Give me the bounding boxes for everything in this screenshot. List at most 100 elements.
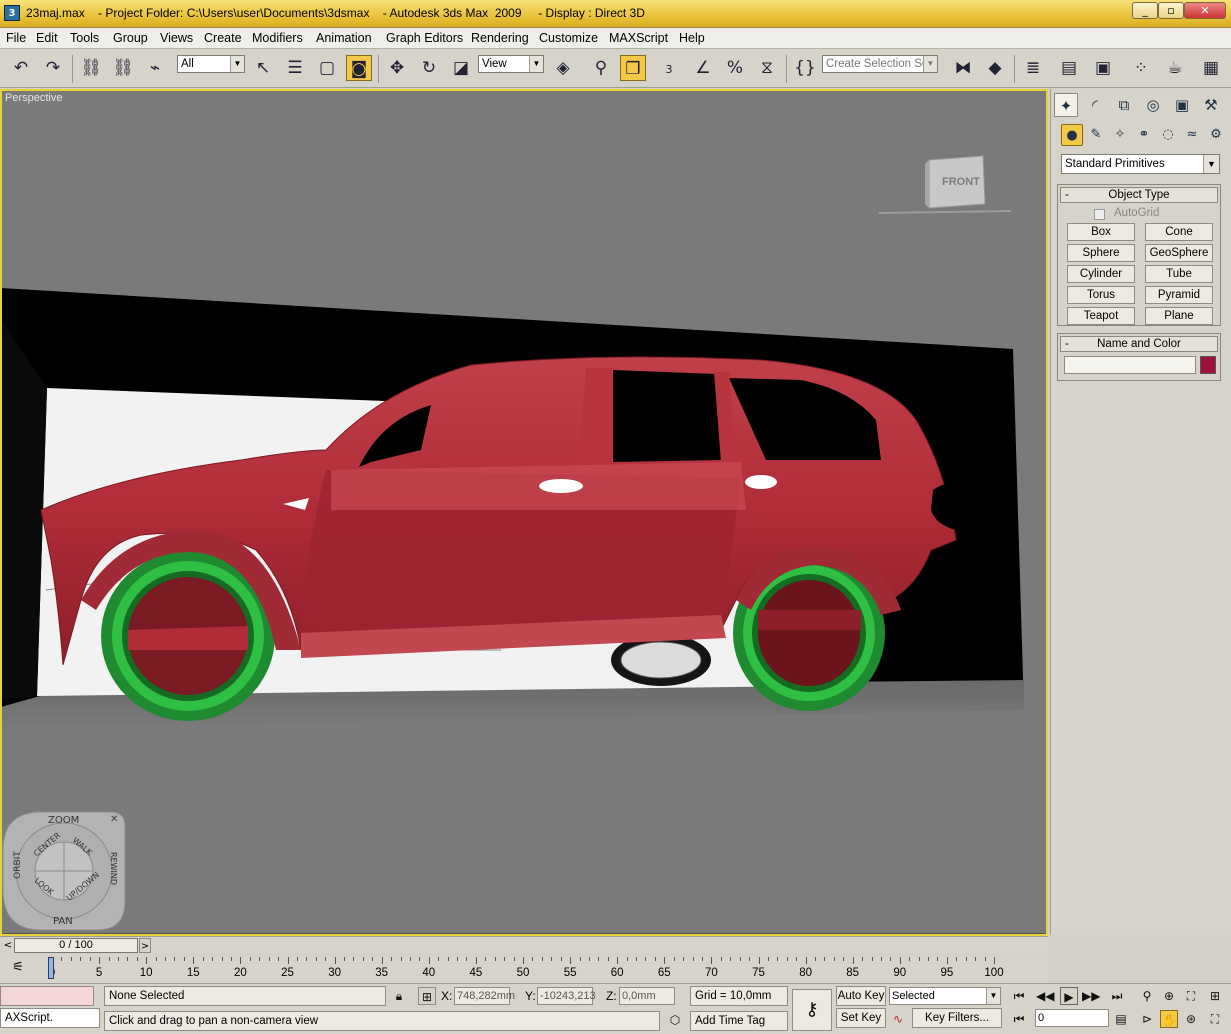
named-selection-set-field[interactable]: Create Selection Set ▼ (822, 55, 938, 73)
auto-key-button[interactable]: Auto Key (836, 986, 886, 1006)
track-bar-ticks[interactable]: 0510152025303540455055606570758085909510… (48, 957, 1008, 981)
object-category-dropdown[interactable]: Standard Primitives ▼ (1061, 154, 1220, 174)
menu-rendering[interactable]: Rendering (471, 31, 529, 45)
go-to-end-icon[interactable]: ⏭ (1108, 987, 1126, 1005)
key-mode-toggle-icon[interactable]: ⏮ (1010, 1010, 1028, 1028)
maxscript-mini-listener[interactable]: AXScript. (0, 1008, 100, 1028)
close-button[interactable]: ✕ (1184, 2, 1226, 19)
zoom-all-icon[interactable]: ⊕ (1160, 987, 1178, 1005)
zoom-icon[interactable]: ⚲ (1138, 987, 1156, 1005)
torus-button[interactable]: Torus (1067, 286, 1135, 304)
spinner-snap-icon[interactable]: ⧖ (754, 55, 780, 81)
current-frame-field[interactable]: 0 (1035, 1009, 1109, 1027)
maxscript-mini-listener-top[interactable] (0, 986, 94, 1006)
shapes-icon[interactable]: ✎ (1085, 124, 1107, 146)
angle-snap-icon[interactable]: ∠ (690, 55, 716, 81)
select-and-rotate-icon[interactable]: ↻ (416, 55, 442, 81)
key-mode-dropdown[interactable]: Selected ▼ (889, 987, 1001, 1005)
select-and-move-icon[interactable]: ✥ (384, 55, 410, 81)
rectangular-selection-icon[interactable]: ▢ (314, 55, 340, 81)
x-coordinate-field[interactable]: 748,282mm (454, 987, 515, 1005)
zoom-extents-all-icon[interactable]: ⊞ (1206, 987, 1224, 1005)
select-and-scale-icon[interactable]: ◪ (448, 55, 474, 81)
menu-group[interactable]: Group (113, 31, 148, 45)
set-key-icon[interactable]: ⚷ (792, 989, 832, 1031)
mini-curve-editor-icon[interactable]: ⚟ (8, 959, 28, 977)
selection-filter-dropdown[interactable]: All ▼ (177, 55, 245, 73)
z-coordinate-field[interactable]: 0,0mm (619, 987, 675, 1005)
snaps-toggle-icon[interactable]: 3 (656, 55, 682, 81)
menu-help[interactable]: Help (679, 31, 705, 45)
wheel-close-icon[interactable]: ✕ (110, 814, 118, 825)
mirror-icon[interactable]: ⧓ (950, 55, 976, 81)
perspective-viewport[interactable]: Perspective FRONT ZOOM ORBIT CENTER WALK… (0, 89, 1048, 934)
menu-modifiers[interactable]: Modifiers (252, 31, 303, 45)
default-in-out-tangent-icon[interactable]: ∿ (889, 1010, 907, 1028)
viewport-label[interactable]: Perspective (5, 92, 62, 104)
menu-maxscript[interactable]: MAXScript (609, 31, 668, 45)
viewcube-face-label[interactable]: FRONT (942, 176, 980, 188)
menu-graph-editors[interactable]: Graph Editors (386, 31, 463, 45)
modify-tab-icon[interactable]: ◜ (1083, 93, 1107, 117)
unlink-selection-icon[interactable]: ⛓ (110, 55, 136, 81)
go-to-start-icon[interactable]: ⏮ (1010, 987, 1028, 1005)
key-filters-button[interactable]: Key Filters... (912, 1008, 1002, 1028)
motion-tab-icon[interactable]: ◎ (1141, 93, 1165, 117)
cylinder-button[interactable]: Cylinder (1067, 265, 1135, 283)
object-type-rollout-header[interactable]: - Object Type (1060, 187, 1218, 203)
object-color-swatch[interactable] (1200, 356, 1216, 374)
layer-manager-icon[interactable]: ≣ (1020, 55, 1046, 81)
pan-view-icon[interactable]: ✋ (1160, 1010, 1178, 1028)
menu-create[interactable]: Create (204, 31, 242, 45)
y-coordinate-field[interactable]: -10243,213 (537, 987, 596, 1005)
add-time-tag-button[interactable]: Add Time Tag (690, 1011, 788, 1031)
time-slider-prev-button[interactable]: < (2, 938, 14, 953)
geosphere-button[interactable]: GeoSphere (1145, 244, 1213, 262)
geometry-icon[interactable]: ● (1061, 124, 1083, 146)
next-frame-icon[interactable]: ▶▶ (1082, 987, 1100, 1005)
time-configuration-icon[interactable]: ▤ (1112, 1010, 1130, 1028)
edit-named-selection-icon[interactable]: {} (792, 55, 818, 81)
time-slider-thumb[interactable]: 0 / 100 (14, 938, 138, 953)
absolute-mode-icon[interactable]: ⊞ (418, 987, 436, 1005)
orbit-icon[interactable]: ⊛ (1182, 1010, 1200, 1028)
schematic-view-icon[interactable]: ▣ (1090, 55, 1116, 81)
field-of-view-icon[interactable]: ⊳ (1138, 1010, 1156, 1028)
pyramid-button[interactable]: Pyramid (1145, 286, 1213, 304)
lights-icon[interactable]: ✧ (1109, 124, 1131, 146)
helpers-icon[interactable]: ◌ (1157, 124, 1179, 146)
wheel-rewind-label[interactable]: REWIND (109, 852, 118, 885)
align-icon[interactable]: ◆ (982, 55, 1008, 81)
current-frame-marker[interactable] (48, 957, 54, 979)
keyboard-shortcut-override-icon[interactable]: ❒ (620, 55, 646, 81)
wheel-zoom-label[interactable]: ZOOM (48, 815, 79, 826)
reference-coordinate-dropdown[interactable]: View ▼ (478, 55, 544, 73)
menu-edit[interactable]: Edit (36, 31, 58, 45)
cameras-icon[interactable]: ⚭ (1133, 124, 1155, 146)
app-icon[interactable]: 3 (4, 5, 20, 21)
hierarchy-tab-icon[interactable]: ⧉ (1112, 93, 1136, 117)
create-tab-icon[interactable]: ✦ (1054, 93, 1078, 117)
minimize-button[interactable]: _ (1132, 2, 1158, 19)
display-tab-icon[interactable]: ▣ (1170, 93, 1194, 117)
play-icon[interactable]: ▶ (1060, 987, 1078, 1005)
select-by-name-icon[interactable]: ☰ (282, 55, 308, 81)
menu-animation[interactable]: Animation (316, 31, 372, 45)
select-object-icon[interactable]: ↖ (250, 55, 276, 81)
material-editor-icon[interactable]: ⁘ (1128, 55, 1154, 81)
autogrid-checkbox[interactable] (1094, 209, 1105, 220)
cone-button[interactable]: Cone (1145, 223, 1213, 241)
sphere-button[interactable]: Sphere (1067, 244, 1135, 262)
plane-button[interactable]: Plane (1145, 307, 1213, 325)
box-button[interactable]: Box (1067, 223, 1135, 241)
percent-snap-icon[interactable]: % (722, 55, 748, 81)
render-setup-icon[interactable]: ☕ (1162, 55, 1188, 81)
space-warps-icon[interactable]: ≈ (1181, 124, 1203, 146)
window-crossing-icon[interactable]: ◙ (346, 55, 372, 81)
select-and-manipulate-icon[interactable]: ⚲ (588, 55, 614, 81)
menu-file[interactable]: File (6, 31, 26, 45)
teapot-button[interactable]: Teapot (1067, 307, 1135, 325)
set-key-button[interactable]: Set Key (836, 1008, 886, 1028)
rendered-frame-window-icon[interactable]: ▦ (1198, 55, 1224, 81)
curve-editor-icon[interactable]: ▤ (1056, 55, 1082, 81)
